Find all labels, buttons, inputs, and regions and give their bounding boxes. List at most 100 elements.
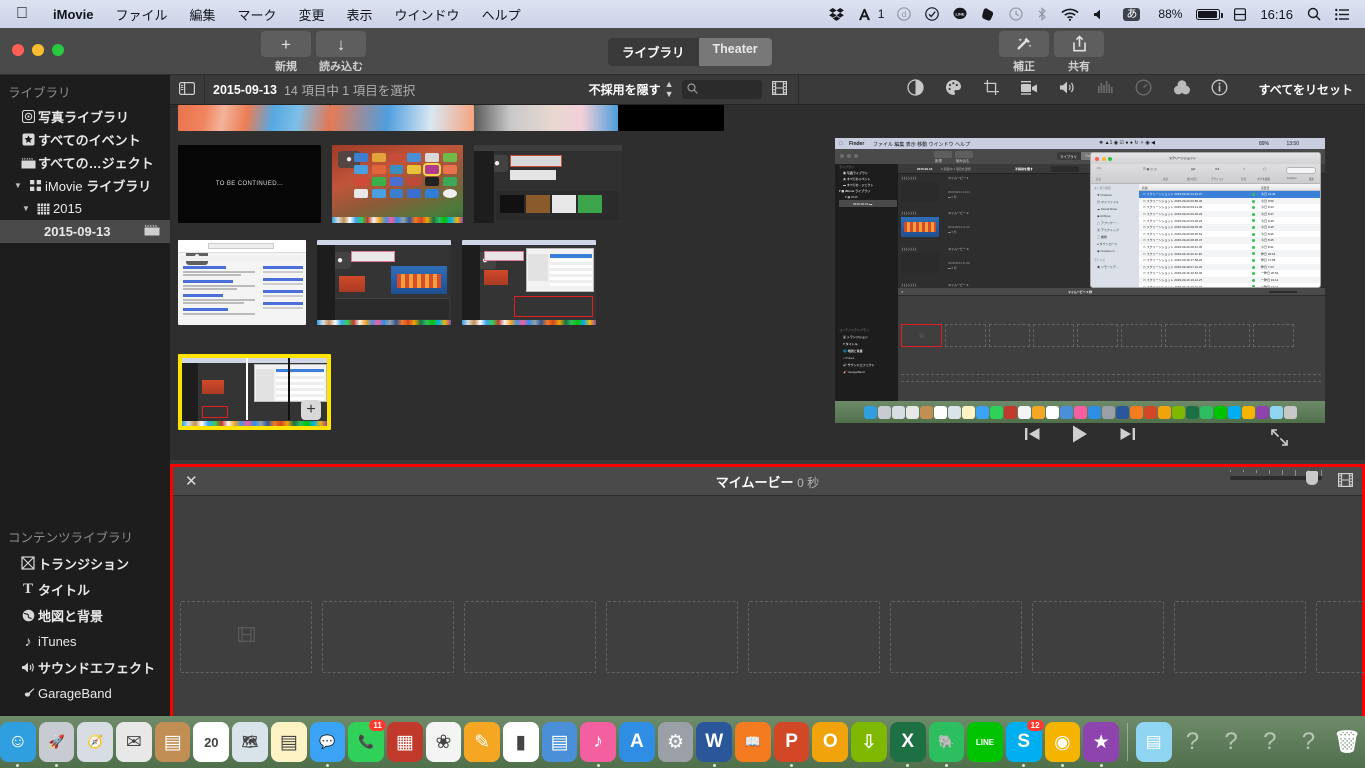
color-correction-icon[interactable] [935, 79, 973, 100]
menu-item-view[interactable]: 表示 [336, 5, 384, 24]
volume-icon[interactable] [1049, 80, 1087, 99]
dock-item-itunes[interactable]: ♪ [580, 722, 617, 767]
sidebar-item-photos-library[interactable]: 写真ライブラリ [0, 105, 170, 128]
close-button[interactable] [12, 44, 24, 56]
clip-to-be-continued[interactable]: TO BE CONTINUED... [178, 145, 321, 223]
dashlane-icon[interactable]: d [890, 7, 918, 21]
notification-center-icon[interactable] [1328, 8, 1357, 21]
menu-item-help[interactable]: ヘルプ [471, 5, 532, 24]
timeline-dropzone[interactable] [1032, 601, 1164, 673]
timeline-dropzone[interactable] [748, 601, 880, 673]
clip-vocaloid-strip-3[interactable] [474, 105, 618, 131]
clip-imovie-project-screenshot[interactable]: ● [317, 240, 451, 325]
apple-menu-icon[interactable]:  [0, 6, 42, 22]
clip-vocaloid-strip[interactable] [178, 105, 330, 131]
clip-selected-screenshot[interactable]: ● + [178, 354, 331, 430]
timeline-dropzone[interactable] [322, 601, 454, 673]
dock-item-finder[interactable]: ☺ [0, 722, 36, 767]
timeline-dropzone[interactable] [890, 601, 1022, 673]
chevron-down-icon[interactable]: ▼ [14, 181, 25, 190]
fullscreen-icon[interactable] [1270, 428, 1289, 452]
dock-item-documents-stack[interactable]: ▤ [1135, 722, 1172, 762]
menu-item-window[interactable]: ウインドウ [384, 5, 471, 24]
filter-icon[interactable] [1163, 79, 1201, 100]
dock-item-line[interactable]: LINE [967, 722, 1003, 762]
skip-previous-icon[interactable] [1023, 426, 1042, 447]
dock-item-photo-booth[interactable]: ▦ [386, 722, 423, 762]
spotlight-search-icon[interactable] [1300, 7, 1328, 21]
dock-item-mail[interactable]: ✉ [116, 722, 152, 762]
dock-item-safari[interactable]: 🧭 [77, 722, 114, 762]
calendar-icon[interactable] [1227, 7, 1253, 21]
dropbox-icon[interactable] [822, 7, 851, 21]
clip-browser[interactable]: TO BE CONTINUED... ● ● ● + [170, 105, 795, 460]
volume-icon[interactable] [1086, 8, 1112, 21]
filmstrip-settings-icon[interactable] [1338, 473, 1354, 490]
evernote-icon[interactable] [974, 7, 1002, 21]
import-button[interactable]: ↓ 読み込む [316, 31, 366, 74]
menubar-clock[interactable]: 16:16 [1253, 8, 1300, 21]
skip-next-icon[interactable] [1118, 426, 1137, 447]
timeline-dropzone[interactable] [606, 601, 738, 673]
dock-placeholder-3[interactable]: ? [1252, 722, 1288, 762]
sidebar-item-sound-effects[interactable]: サウンドエフェクト [0, 654, 170, 680]
sidebar-item-imovie-library[interactable]: ▼ iMovie iMovie ライブラリライブラリ [0, 174, 170, 197]
timeline-dropzone[interactable] [1174, 601, 1306, 673]
add-clip-plus-icon[interactable]: + [301, 400, 321, 420]
dock-item-evernote[interactable]: 🐘 [928, 722, 965, 767]
sidebar-item-all-events[interactable]: すべてのイベント [0, 128, 170, 151]
dock-item-skype[interactable]: S 12 [1005, 720, 1044, 767]
dock-placeholder-2[interactable]: ? [1213, 722, 1249, 762]
timeline-dropzone[interactable] [1316, 601, 1365, 673]
minimize-button[interactable] [32, 44, 44, 56]
menu-item-mark[interactable]: マーク [227, 5, 288, 24]
sidebar-item-itunes[interactable]: ♪ iTunes [0, 628, 170, 654]
dock-item-trash[interactable]: 🗑 [1329, 722, 1365, 762]
library-theater-segmented-control[interactable]: ライブラリ Theater [608, 38, 772, 66]
sidebar-item-2015[interactable]: ▼ 2015 [0, 197, 170, 220]
wifi-icon[interactable] [1054, 8, 1086, 21]
timeline-dropzone[interactable] [180, 601, 312, 673]
sidebar-toggle-icon[interactable] [170, 81, 204, 98]
sidebar-item-all-projects[interactable]: すべての…ジェクト [0, 151, 170, 174]
adobe-creative-cloud-icon[interactable] [851, 8, 878, 21]
speed-icon[interactable] [1125, 79, 1163, 100]
info-icon[interactable] [1201, 79, 1239, 100]
filter-label[interactable]: 不採用を隠す [589, 81, 661, 98]
search-input[interactable] [701, 83, 758, 96]
reset-all-button[interactable]: すべてをリセット [1239, 81, 1365, 98]
timeline-zoom-slider[interactable] [1230, 471, 1322, 485]
timeline-dropzone[interactable] [464, 601, 596, 673]
tab-theater[interactable]: Theater [699, 38, 772, 66]
dock-item-ibooks[interactable]: 📖 [735, 722, 771, 762]
dock-item-imovie[interactable]: ★ [1083, 722, 1119, 767]
dock-placeholder-1[interactable]: ? [1175, 722, 1211, 762]
color-balance-icon[interactable] [897, 79, 935, 100]
dock-item-notes[interactable]: ▤ [270, 722, 307, 762]
zoom-button[interactable] [52, 44, 64, 56]
menu-item-imovie[interactable]: iMovie [42, 7, 104, 22]
battery-icon[interactable] [1189, 8, 1227, 20]
dock-item-outlook[interactable]: O [812, 722, 849, 762]
clip-black-strip[interactable] [618, 105, 724, 131]
dock-item-word[interactable]: W [696, 722, 733, 767]
search-input-container[interactable] [681, 80, 762, 99]
share-button[interactable]: 共有 [1054, 31, 1104, 74]
clip-imovie-screenshot[interactable]: ● [474, 145, 622, 223]
tab-library[interactable]: ライブラリ [608, 38, 699, 66]
menu-item-file[interactable]: ファイル [104, 5, 178, 24]
timeline-body[interactable]: ♪ [173, 496, 1365, 747]
crop-icon[interactable] [973, 79, 1011, 100]
dock-item-excel[interactable]: X [889, 722, 926, 767]
menu-item-edit[interactable]: 編集 [178, 5, 226, 24]
checkmark-circle-icon[interactable] [918, 7, 946, 21]
input-method-indicator[interactable]: あ [1112, 7, 1151, 21]
dock-item-download-helper[interactable]: ⇩ [851, 722, 887, 762]
chevron-down-icon[interactable]: ▼ [22, 204, 33, 213]
time-machine-icon[interactable] [1002, 7, 1030, 21]
sidebar-item-transitions[interactable]: トランジション [0, 550, 170, 576]
enhance-button[interactable]: 補正 [999, 31, 1049, 74]
equalizer-icon[interactable] [1087, 80, 1125, 99]
dock-item-chrome[interactable]: ◉ [1044, 722, 1081, 767]
dock-item-messages[interactable]: 💬 [309, 722, 346, 767]
